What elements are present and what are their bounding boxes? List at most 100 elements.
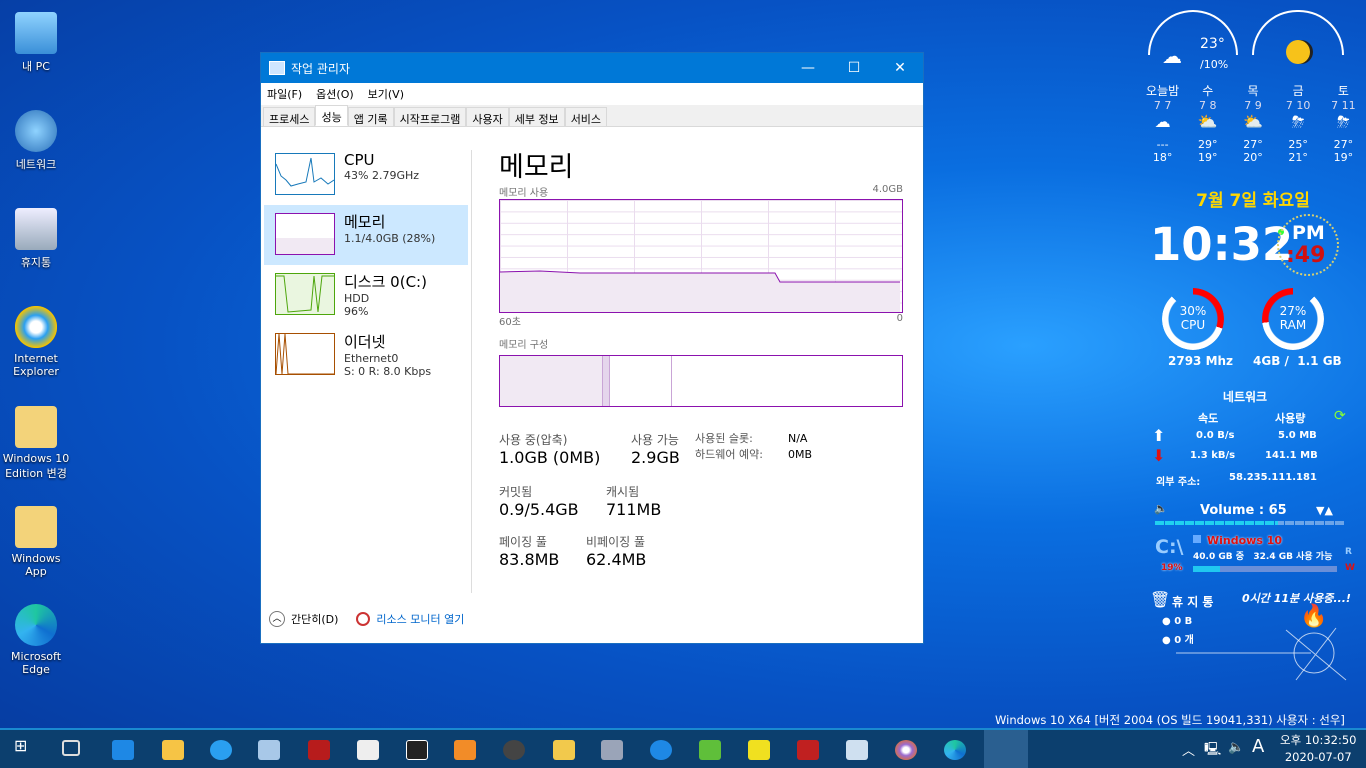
registry-icon[interactable]: [846, 740, 868, 760]
sidebar-item-cpu[interactable]: CPU 43% 2.79GHz: [264, 145, 468, 205]
cpu-freq: 2793 Mhz: [1168, 354, 1234, 368]
external-ip: 58.235.111.181: [1229, 472, 1317, 483]
sword-decoration: [1176, 627, 1347, 681]
memory-thumbnail-graph: [275, 213, 335, 255]
weather-icon: ⛈: [1291, 112, 1305, 131]
task-view-button[interactable]: [62, 740, 80, 756]
task-manager-taskbar-button[interactable]: [984, 730, 1028, 768]
desktop-icon-recycle-bin[interactable]: 휴지통: [2, 208, 70, 270]
resource-hacker-icon[interactable]: [454, 740, 476, 760]
moon-phase-icon: [1286, 40, 1310, 64]
uptime: 0시간 11분 사용중...!: [1242, 592, 1351, 605]
ime-indicator[interactable]: A: [1252, 736, 1264, 757]
usage-max: 4.0GB: [872, 184, 903, 195]
performance-sidebar: CPU 43% 2.79GHz 메모리 1.1/4.0GB (28%) 디스크 0(…: [264, 145, 468, 385]
forecast-day: 토7 11 ⛈ 27° 19°: [1323, 82, 1363, 164]
ampm: PM: [1292, 222, 1325, 244]
clock-time: 10:32: [1150, 218, 1294, 271]
minimize-button[interactable]: —: [785, 60, 831, 76]
menu-options[interactable]: 옵션(O): [316, 86, 353, 102]
forecast-day: 금7 10 ⛈ 25° 21°: [1278, 82, 1318, 164]
filezilla-icon[interactable]: [308, 740, 330, 760]
resource-monitor-link[interactable]: 리소스 모니터 열기: [376, 611, 464, 627]
ethernet-thumbnail-graph: [275, 333, 335, 375]
taskbar-app-desktop-icon[interactable]: [112, 740, 134, 760]
disc-app-icon[interactable]: [503, 740, 525, 760]
network-tray-icon[interactable]: 🖳: [1204, 740, 1221, 762]
desktop-icon-network[interactable]: 네트워크: [2, 110, 70, 172]
current-temp: 23°: [1200, 36, 1225, 52]
usage-label: 메모리 사용: [499, 188, 549, 199]
title-bar[interactable]: 작업 관리자 — ☐ ✕: [261, 53, 923, 83]
desktop-icon-edge[interactable]: Microsoft Edge: [2, 604, 70, 676]
desktop-icon-win10-edition[interactable]: Windows 10 Edition 변경: [2, 406, 70, 481]
folder-icon: [15, 506, 57, 548]
desktop-icon-this-pc[interactable]: 내 PC: [2, 12, 70, 74]
sidebar-item-disk[interactable]: 디스크 0(C:) HDD 96%: [264, 265, 468, 325]
start-button[interactable]: ⊞: [14, 736, 36, 756]
clock[interactable]: 오후 10:32:50 2020-07-07: [1280, 732, 1356, 766]
close-button[interactable]: ✕: [877, 60, 923, 76]
volume-label: Volume : 65: [1200, 503, 1287, 518]
volume-tray-icon[interactable]: 🔈: [1228, 740, 1244, 755]
folder-icon: [15, 406, 57, 448]
sidebar-item-memory[interactable]: 메모리 1.1/4.0GB (28%): [264, 205, 468, 265]
rain-chance: /10%: [1200, 58, 1229, 71]
clock-seconds: :49: [1286, 243, 1326, 268]
memory-composition-bar: [499, 355, 903, 407]
7zip-sfx-icon[interactable]: [406, 740, 428, 760]
axis-left: 60초: [499, 317, 521, 328]
windows-logo-icon: [1193, 535, 1201, 543]
tab-details[interactable]: 세부 정보: [508, 107, 565, 126]
tab-processes[interactable]: 프로세스: [263, 107, 316, 126]
page-title: 메모리: [499, 152, 574, 183]
disc-burner-icon[interactable]: [895, 740, 917, 760]
tray-chevron-icon[interactable]: ︿: [1182, 740, 1195, 759]
weather-icon: ☁: [1154, 112, 1171, 131]
disk-thumbnail-graph: [275, 273, 335, 315]
memory-detail-panel: 메모리 메모리 사용 4.0GB 60초 0 메모리 구성 사용 중(압축) 1.0G…: [499, 145, 903, 591]
yellow-app-icon[interactable]: [748, 740, 770, 760]
volume-slider[interactable]: [1155, 521, 1344, 525]
window-title: 작업 관리자: [291, 61, 351, 76]
edge-icon[interactable]: [944, 740, 966, 760]
date-label: 7월 7일 화요일: [1196, 191, 1310, 211]
sidebar-item-ethernet[interactable]: 이더넷 Ethernet0 S: 0 R: 8.0 Kbps: [264, 325, 468, 385]
menu-file[interactable]: 파일(F): [267, 86, 302, 102]
fewer-details-link[interactable]: 간단히(D): [291, 611, 338, 627]
tab-app-history[interactable]: 앱 기록: [347, 107, 394, 126]
resource-monitor-icon: [356, 612, 371, 626]
red-app-icon[interactable]: [797, 740, 819, 760]
calculator-icon[interactable]: [258, 740, 280, 760]
menu-view[interactable]: 보기(V): [368, 86, 404, 102]
ie-icon[interactable]: [210, 740, 232, 760]
tool-icon[interactable]: [553, 740, 575, 760]
refresh-icon[interactable]: ⟳: [1334, 408, 1346, 424]
tab-services[interactable]: 서비스: [564, 107, 608, 126]
cubes-icon[interactable]: [699, 740, 721, 760]
tab-users[interactable]: 사용자: [466, 107, 509, 126]
tab-performance[interactable]: 성능: [315, 105, 348, 126]
edge-icon: [15, 604, 57, 646]
speaker-icon: 🔈: [1154, 502, 1168, 515]
gears-icon[interactable]: [650, 740, 672, 760]
desktop-icon-ie[interactable]: Internet Explorer: [2, 306, 70, 378]
maximize-button[interactable]: ☐: [831, 60, 877, 76]
download-arrow-icon: ⬇: [1152, 446, 1166, 465]
memory-stats: 사용 중(압축) 1.0GB (0MB) 사용 가능 2.9GB 사용된 슬롯: 하드…: [499, 432, 813, 569]
virtualbox-icon[interactable]: [601, 740, 623, 760]
volume-arrows[interactable]: ▼▲: [1316, 504, 1333, 517]
desktop-icon-windows-app[interactable]: Windows App: [2, 506, 70, 578]
chevron-up-icon[interactable]: ︿: [269, 611, 285, 627]
desktop-gadget: ☁ 23° /10% 오늘밤 7 7 ☁ --- 18° 수 7 8 ⛅ 29° 19° 목 7 9 ⛅…: [1140, 0, 1366, 728]
pc-icon: [15, 12, 57, 54]
task-manager-icon: [269, 61, 285, 75]
menu-bar: 파일(F) 옵션(O) 보기(V): [261, 83, 923, 105]
divider: [471, 150, 472, 593]
tab-startup[interactable]: 시작프로그램: [393, 107, 467, 126]
memory-usage-graph: [499, 199, 903, 313]
app-icon[interactable]: [357, 740, 379, 760]
drive-letter: C:\: [1155, 536, 1184, 558]
trash-icon[interactable]: 🗑: [1150, 590, 1170, 609]
file-explorer-icon[interactable]: [162, 740, 184, 760]
